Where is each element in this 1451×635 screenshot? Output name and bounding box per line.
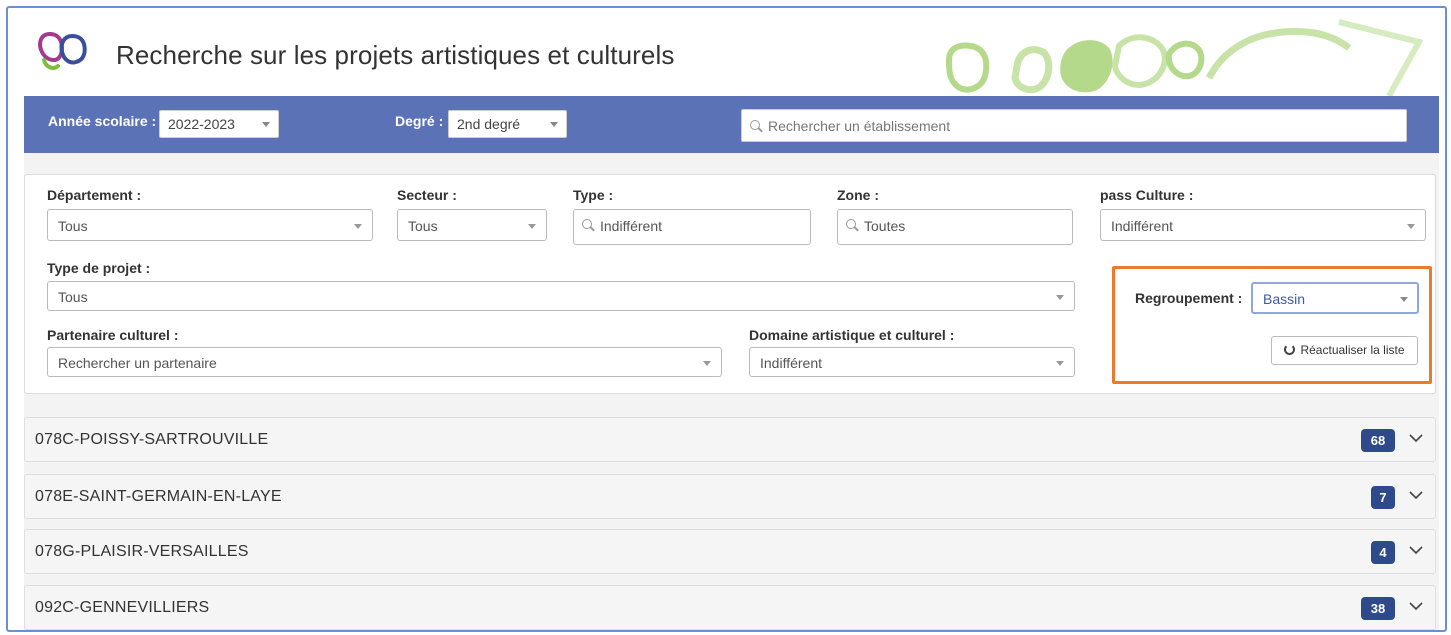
chevron-down-icon [703,361,711,366]
search-icon [846,219,858,231]
degree-label: Degré : [395,113,444,129]
search-icon [582,219,594,231]
pass-culture-value: Indifférent [1111,218,1174,234]
type-label: Type : [573,187,614,203]
degree-select[interactable]: 2nd degré [448,110,567,138]
chevron-down-icon [1400,297,1408,302]
logo-icon [38,31,87,70]
count-badge: 7 [1371,486,1395,509]
school-year-select[interactable]: 2022-2023 [159,110,279,138]
secteur-label: Secteur : [397,187,457,203]
pass-culture-label: pass Culture : [1100,187,1194,203]
filter-toolbar: Année scolaire : 2022-2023 Degré : 2nd d… [24,96,1439,153]
group-name: 078C-POISSY-SARTROUVILLE [35,431,269,448]
chevron-down-icon [528,224,536,229]
project-type-select[interactable]: Tous [47,281,1075,311]
group-name: 078E-SAINT-GERMAIN-EN-LAYE [35,488,282,505]
chevron-down-icon [1409,602,1423,611]
partner-label: Partenaire culturel : [47,327,179,343]
chevron-down-icon [1056,295,1064,300]
chevron-down-icon [1409,434,1423,443]
chevron-down-icon [1056,361,1064,366]
count-badge: 68 [1361,429,1395,452]
chevron-down-icon [550,122,558,127]
partner-select[interactable]: Rechercher un partenaire [47,347,722,377]
degree-value: 2nd degré [457,116,521,132]
refresh-icon [1284,344,1296,355]
departement-select[interactable]: Tous [47,209,373,241]
group-row[interactable]: 078G-PLAISIR-VERSAILLES 4 [24,529,1436,574]
grouping-label: Regroupement : [1135,290,1243,306]
school-year-label: Année scolaire : [48,113,157,129]
grouping-highlight: Regroupement : Bassin Réactualiser la li… [1112,266,1432,384]
refresh-list-label: Réactualiser la liste [1300,343,1405,357]
zone-label: Zone : [837,187,879,203]
domain-value: Indifférent [760,355,823,371]
departement-value: Tous [58,218,88,234]
domain-label: Domaine artistique et culturel : [749,327,955,343]
grouping-select[interactable]: Bassin [1251,282,1419,314]
secteur-select[interactable]: Tous [397,209,547,241]
school-search-placeholder: Rechercher un établissement [768,118,951,134]
departement-label: Département : [47,187,142,203]
domain-select[interactable]: Indifférent [749,347,1075,377]
group-row[interactable]: 078E-SAINT-GERMAIN-EN-LAYE 7 [24,474,1436,519]
page: Recherche sur les projets artistiques et… [24,18,1439,630]
chevron-down-icon [354,224,362,229]
type-value: Indifférent [600,218,663,234]
school-search-input[interactable]: Rechercher un établissement [741,109,1407,142]
group-row[interactable]: 078C-POISSY-SARTROUVILLE 68 [24,417,1436,462]
school-year-value: 2022-2023 [168,116,235,132]
search-icon [750,120,762,132]
group-name: 092C-GENNEVILLIERS [35,599,210,616]
chevron-down-icon [1407,224,1415,229]
chevron-down-icon [1409,491,1423,500]
project-type-label: Type de projet : [47,260,151,276]
group-name: 078G-PLAISIR-VERSAILLES [35,543,249,560]
pass-culture-select[interactable]: Indifférent [1100,209,1426,241]
refresh-list-button[interactable]: Réactualiser la liste [1271,336,1418,365]
page-title: Recherche sur les projets artistiques et… [116,40,675,70]
zone-value: Toutes [864,218,906,234]
decorative-shapes [945,19,1424,96]
group-row[interactable]: 092C-GENNEVILLIERS 38 [24,585,1436,630]
secteur-value: Tous [408,218,438,234]
header: Recherche sur les projets artistiques et… [24,18,1439,96]
project-type-value: Tous [58,289,88,305]
count-badge: 38 [1361,597,1395,620]
partner-placeholder: Rechercher un partenaire [58,355,217,371]
chevron-down-icon [262,122,270,127]
chevron-down-icon [1409,546,1423,555]
zone-input[interactable]: Toutes [837,209,1073,245]
window-frame: Recherche sur les projets artistiques et… [6,6,1447,632]
type-input[interactable]: Indifférent [573,209,811,245]
count-badge: 4 [1371,541,1395,564]
grouping-value: Bassin [1263,291,1306,307]
